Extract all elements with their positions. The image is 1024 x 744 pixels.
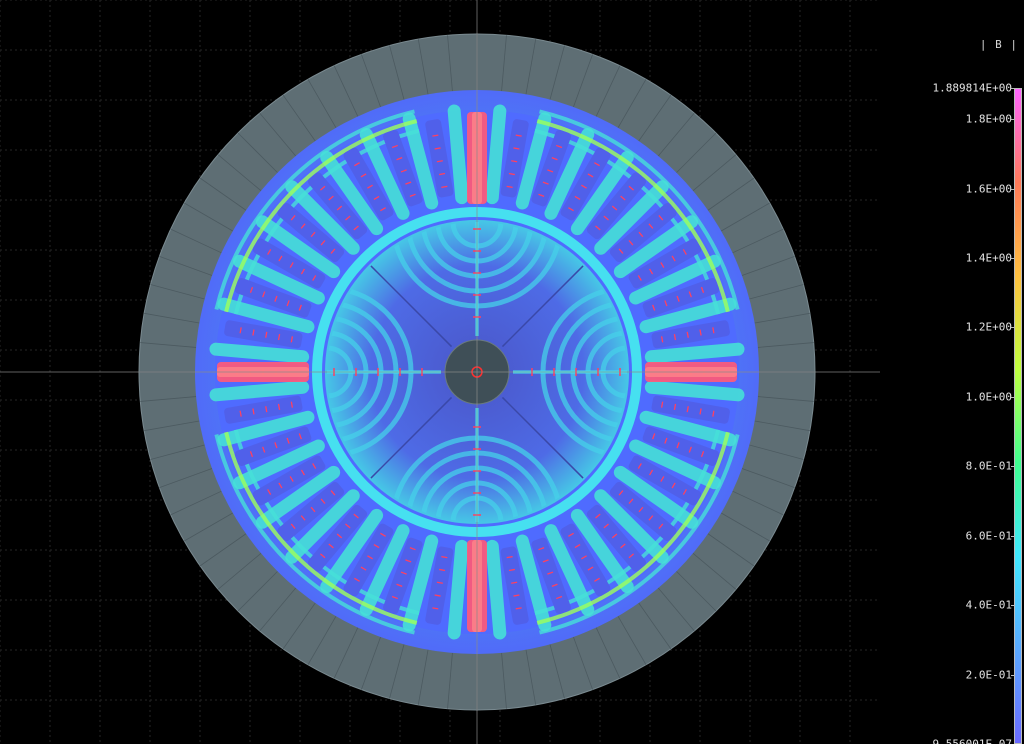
legend-tick-label: 1.8E+00 bbox=[965, 112, 1012, 126]
legend-tick-label: 1.0E+00 bbox=[965, 390, 1012, 404]
legend-tick-label: 9.556001E-07 bbox=[932, 737, 1012, 744]
legend-tick-label: 1.2E+00 bbox=[965, 320, 1012, 334]
legend-tick-mark bbox=[1011, 466, 1015, 468]
legend-tick-label: 2.0E-01 bbox=[965, 668, 1012, 682]
legend-tick-mark bbox=[1011, 327, 1015, 329]
legend-tick-label: 6.0E-01 bbox=[965, 529, 1012, 543]
legend-tick-label: 4.0E-01 bbox=[965, 598, 1012, 612]
legend-title: | B | bbox=[979, 38, 1018, 51]
legend-tick-mark bbox=[1011, 188, 1015, 190]
legend-tick-mark bbox=[1011, 258, 1015, 260]
legend-tick-mark bbox=[1011, 674, 1015, 676]
legend-tick-label: 1.4E+00 bbox=[965, 251, 1012, 265]
legend-tick-mark bbox=[1011, 605, 1015, 607]
legend-color-bar bbox=[1014, 88, 1022, 744]
legend-tick-mark bbox=[1011, 88, 1015, 89]
legend-tick-label: 1.6E+00 bbox=[965, 182, 1012, 196]
legend-tick-mark bbox=[1011, 119, 1015, 121]
color-legend: | B | 1.889814E+00 1.8E+00 1.6E+00 1.4E+00 1… bbox=[880, 30, 1024, 744]
field-plot-viewport[interactable] bbox=[0, 0, 1024, 744]
legend-tick-mark bbox=[1011, 396, 1015, 398]
legend-tick-label: 1.889814E+00 bbox=[932, 81, 1012, 95]
legend-tick-mark bbox=[1011, 535, 1015, 537]
legend-tick-label: 8.0E-01 bbox=[965, 459, 1012, 473]
